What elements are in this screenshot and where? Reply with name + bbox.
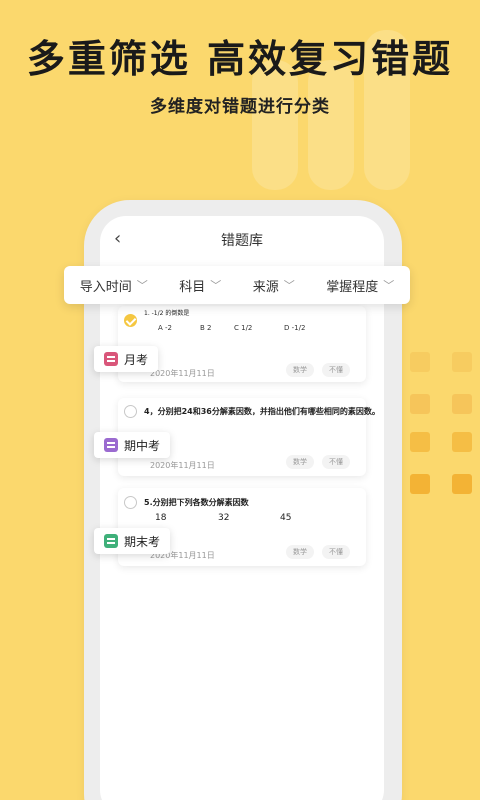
filter-import-time[interactable]: 导入时间 ﹀ <box>80 276 148 295</box>
number-item: 18 <box>155 513 167 523</box>
question-date: 2020年11月11日 <box>150 369 215 378</box>
subject-tag: 数学 <box>286 363 314 377</box>
option-a: A -2 <box>158 324 172 332</box>
question-text: 4，分别把24和36分解素因数，并指出他们有哪些相同的素因数。 <box>144 407 380 416</box>
filter-label: 来源 <box>252 279 279 295</box>
chevron-down-icon: ﹀ <box>136 279 148 292</box>
mastery-tag: 不懂 <box>322 545 350 559</box>
decorative-square <box>452 394 472 414</box>
exam-label-text: 期末考 <box>124 534 161 549</box>
question-date: 2020年11月11日 <box>150 461 215 470</box>
page-title: 错题库 <box>221 233 263 249</box>
exam-label-midterm[interactable]: 期中考 <box>94 432 171 458</box>
number-item: 32 <box>218 513 230 523</box>
subject-tag: 数学 <box>286 545 314 559</box>
exam-label-monthly[interactable]: 月考 <box>94 346 159 372</box>
decorative-square <box>410 474 430 494</box>
decorative-square <box>452 474 472 494</box>
chevron-down-icon: ﹀ <box>210 279 222 292</box>
document-icon <box>104 438 118 452</box>
filter-label: 导入时间 <box>79 279 132 295</box>
decorative-square <box>452 352 472 372</box>
filter-bar: 导入时间 ﹀ 科目 ﹀ 来源 ﹀ 掌握程度 ﹀ <box>64 266 410 304</box>
question-card[interactable]: 5.分别把下列各数分解素因数 18 32 45 2020年11月11日 数学 不… <box>118 488 366 566</box>
decorative-square <box>452 432 472 452</box>
decorative-square <box>410 394 430 414</box>
headline: 多重筛选 高效复习错题 <box>26 37 454 81</box>
question-text: 1. -1/2 的倒数是 <box>144 310 190 317</box>
filter-label: 掌握程度 <box>326 279 379 295</box>
filter-source[interactable]: 来源 ﹀ <box>253 276 295 295</box>
chevron-down-icon: ﹀ <box>283 279 295 292</box>
document-icon <box>104 352 118 366</box>
exam-label-text: 月考 <box>124 352 149 367</box>
mastery-tag: 不懂 <box>322 363 350 377</box>
subject-tag: 数学 <box>286 455 314 469</box>
subheadline: 多维度对错题进行分类 <box>150 97 330 117</box>
decorative-square <box>410 352 430 372</box>
option-d: D -1/2 <box>284 324 306 332</box>
option-b: B 2 <box>200 324 212 332</box>
select-checkbox[interactable] <box>124 405 137 418</box>
question-text: 5.分别把下列各数分解素因数 <box>144 498 249 507</box>
filter-subject[interactable]: 科目 ﹀ <box>179 276 221 295</box>
exam-label-text: 期中考 <box>124 438 161 453</box>
filter-label: 科目 <box>179 279 206 295</box>
mastery-tag: 不懂 <box>322 455 350 469</box>
decorative-square <box>410 432 430 452</box>
chevron-down-icon: ﹀ <box>383 279 395 292</box>
option-c: C 1/2 <box>234 324 253 332</box>
select-checkbox[interactable] <box>124 496 137 509</box>
number-item: 45 <box>280 513 292 523</box>
exam-label-final[interactable]: 期末考 <box>94 528 171 554</box>
document-icon <box>104 534 118 548</box>
select-checkbox[interactable] <box>124 314 137 327</box>
filter-mastery[interactable]: 掌握程度 ﹀ <box>326 276 394 295</box>
